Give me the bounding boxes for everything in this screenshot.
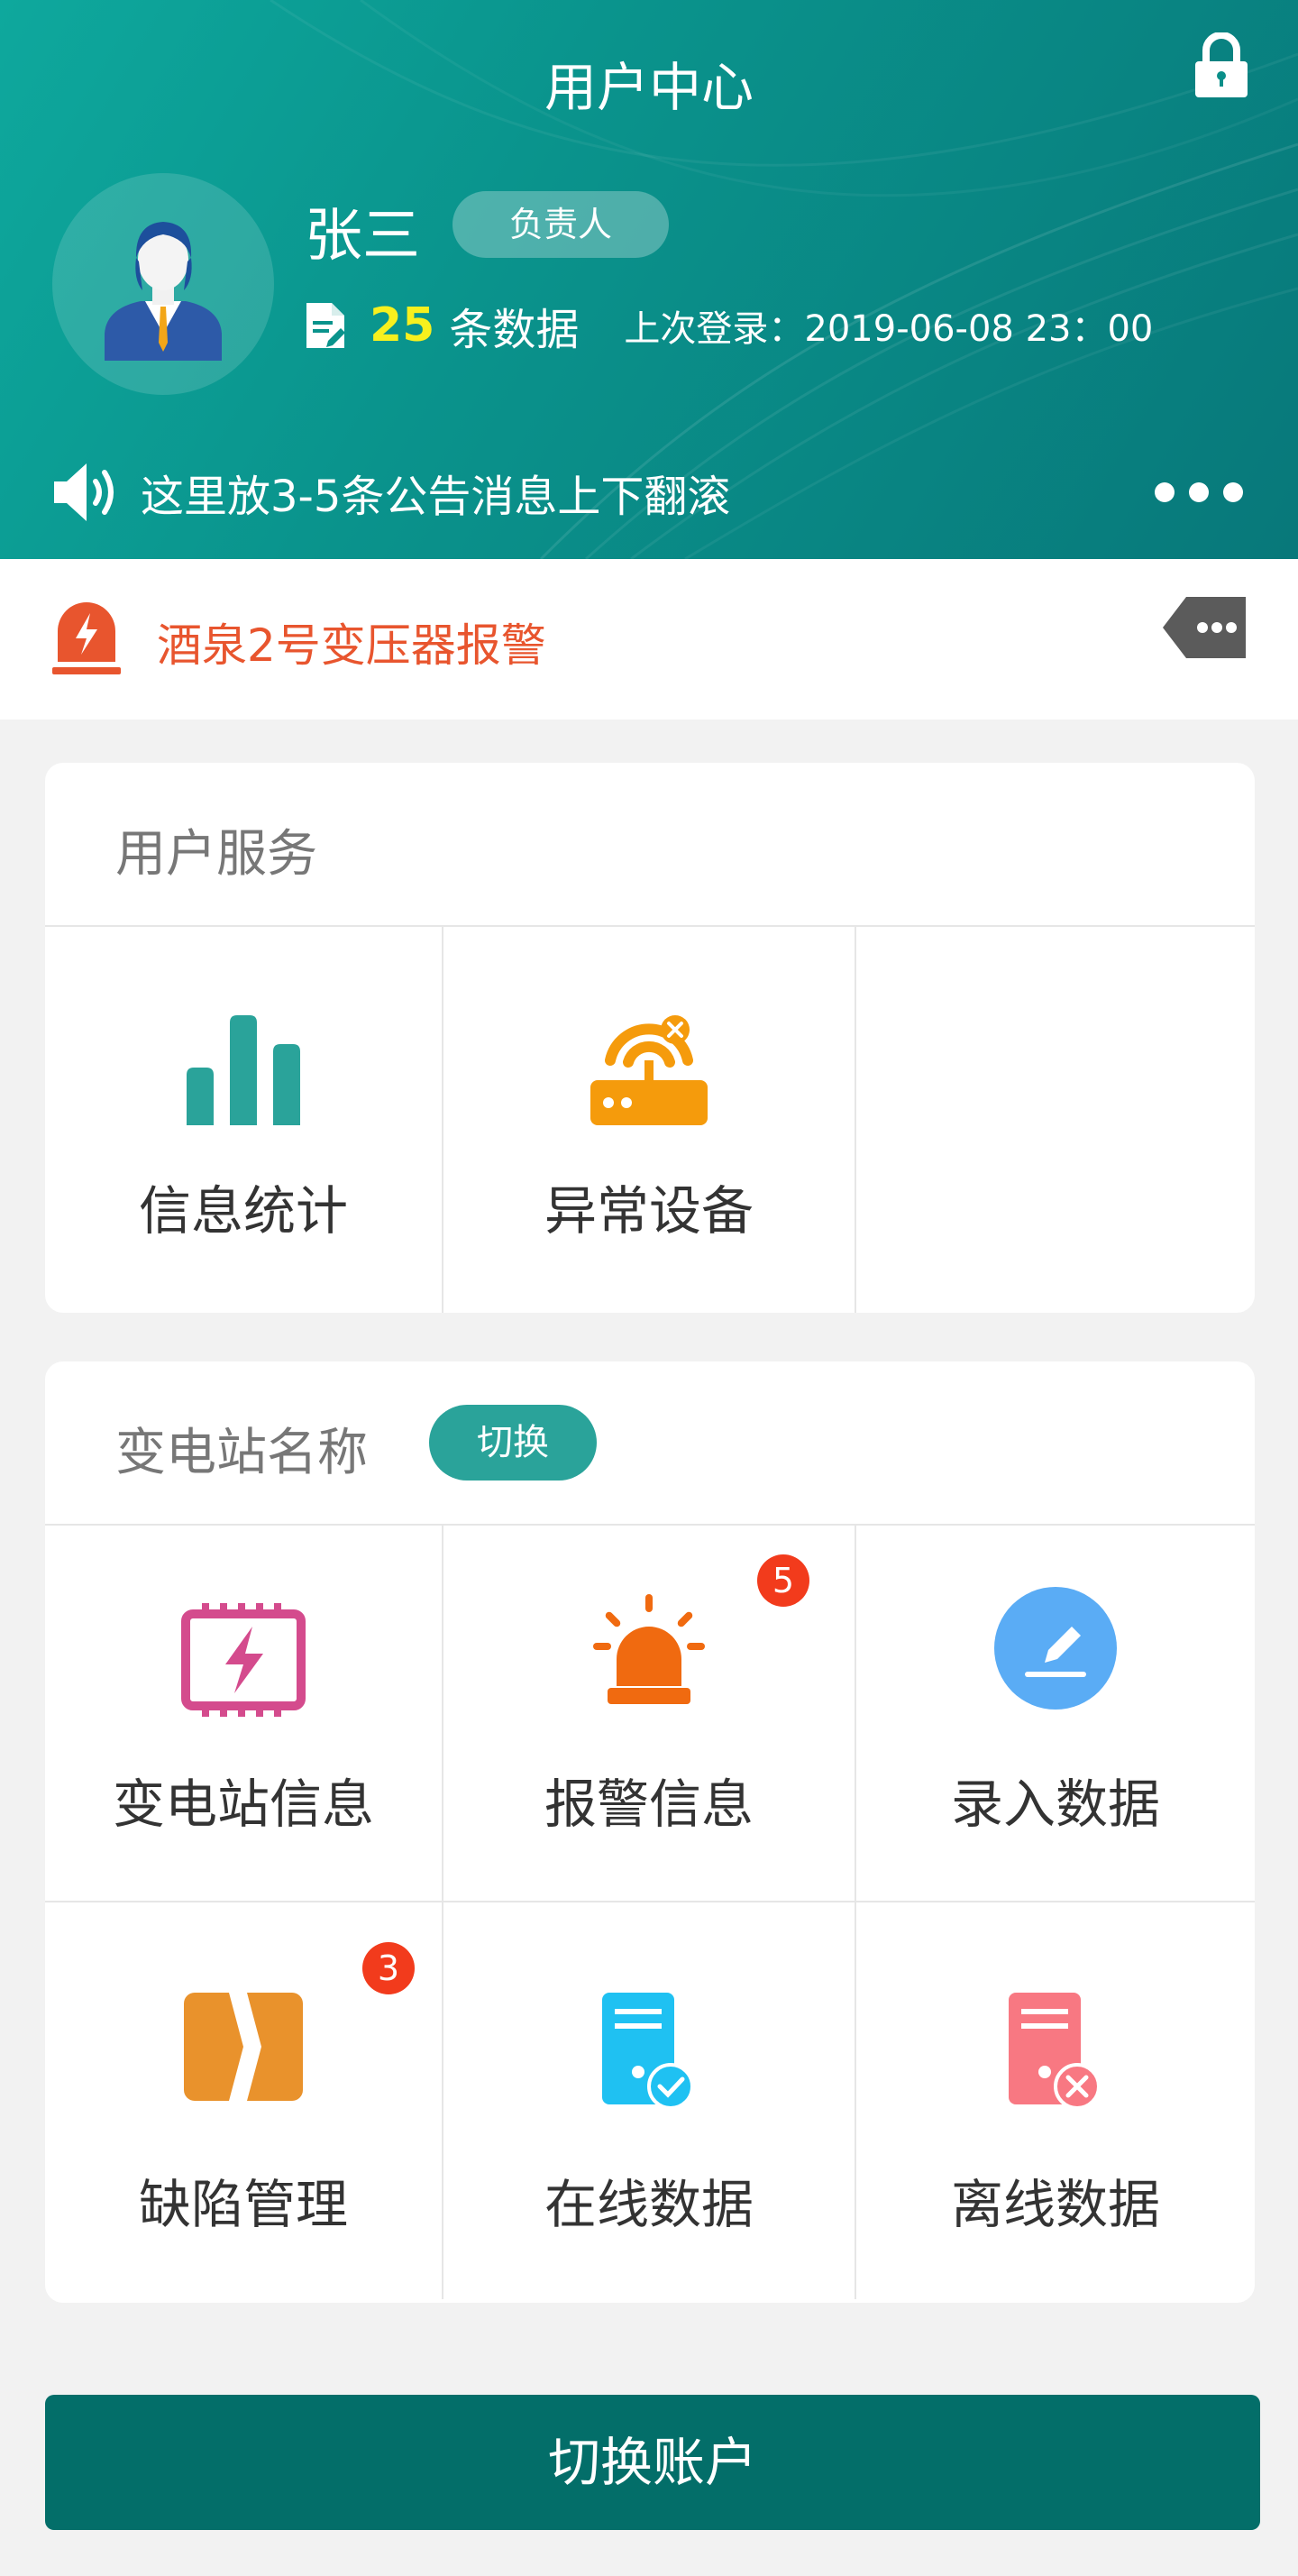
offline-data-label: 离线数据	[950, 2174, 1160, 2235]
edit-icon	[994, 1587, 1117, 1710]
data-unit: 条数据	[449, 305, 580, 355]
server-online-icon	[602, 1993, 694, 2108]
last-login-value: 2019-06-08 23：00	[804, 308, 1154, 350]
lock-icon[interactable]	[1192, 32, 1251, 99]
router-error-icon	[590, 1015, 708, 1125]
user-service-title: 用户服务	[115, 825, 317, 884]
speaker-icon	[54, 463, 114, 521]
user-service-card: 用户服务 信息统计 异常设备	[45, 763, 1255, 1313]
document-icon	[306, 303, 345, 348]
station-grid: 变电站信息 5 报警信息 录入数据 3 缺陷管理 在线数据 离线数据	[45, 1526, 1255, 2299]
user-service-header: 用户服务	[45, 763, 1255, 927]
more-horizontal-icon[interactable]	[1152, 476, 1246, 509]
page-title: 用户中心	[544, 57, 754, 118]
bar-chart-icon	[187, 1015, 300, 1125]
defect-management-tile[interactable]: 3 缺陷管理	[45, 1902, 443, 2299]
notice-ticker[interactable]: 这里放3-5条公告消息上下翻滚	[52, 460, 1246, 525]
abnormal-device-label: 异常设备	[544, 1180, 754, 1242]
online-data-tile[interactable]: 在线数据	[443, 1902, 856, 2299]
offline-data-tile[interactable]: 离线数据	[856, 1902, 1255, 2299]
data-count: 25	[370, 298, 435, 353]
user-center-page: 用户中心 张三 负责人 25 条数据 上次登录： 2019-06-08 23：0…	[0, 0, 1298, 2576]
abnormal-device-tile[interactable]: 异常设备	[443, 927, 856, 1313]
station-name: 变电站名称	[115, 1424, 368, 1482]
substation-info-label: 变电站信息	[112, 1774, 374, 1835]
user-avatar-icon	[105, 222, 222, 361]
defect-count-badge: 3	[362, 1942, 415, 1994]
substation-info-tile[interactable]: 变电站信息	[45, 1526, 443, 1902]
user-name: 张三	[305, 203, 420, 270]
alarm-bar[interactable]: 酒泉2号变压器报警	[0, 559, 1298, 720]
switch-station-button[interactable]: 切换	[429, 1405, 597, 1481]
station-header: 变电站名称 切换	[45, 1361, 1255, 1526]
data-summary: 25 条数据 上次登录： 2019-06-08 23：00	[305, 294, 1153, 357]
empty-tile	[856, 927, 1255, 1313]
notice-text: 这里放3-5条公告消息上下翻滚	[141, 472, 731, 522]
role-badge: 负责人	[452, 191, 669, 258]
online-data-label: 在线数据	[544, 2174, 754, 2235]
header: 用户中心 张三 负责人 25 条数据 上次登录： 2019-06-08 23：0…	[0, 0, 1298, 559]
statistics-label: 信息统计	[138, 1180, 348, 1242]
server-offline-icon	[1009, 1993, 1101, 2108]
alarm-info-tile[interactable]: 5 报警信息	[443, 1526, 856, 1902]
station-card: 变电站名称 切换 变电站信息 5 报警信息 录入数据 3 缺陷管理 在线数据 离…	[45, 1361, 1255, 2303]
defect-management-label: 缺陷管理	[138, 2174, 348, 2235]
substation-icon	[181, 1603, 306, 1717]
user-service-grid: 信息统计 异常设备	[45, 927, 1255, 1313]
enter-data-label: 录入数据	[950, 1774, 1160, 1835]
alarm-count-badge: 5	[757, 1554, 809, 1607]
enter-data-tile[interactable]: 录入数据	[856, 1526, 1255, 1902]
statistics-tile[interactable]: 信息统计	[45, 927, 443, 1313]
chevron-right-icon	[184, 1993, 303, 2101]
alarm-light-icon	[593, 1594, 705, 1704]
avatar[interactable]	[52, 173, 274, 395]
alarm-text: 酒泉2号变压器报警	[157, 619, 546, 672]
message-more-icon[interactable]	[1163, 595, 1248, 660]
alarm-lightning-icon	[52, 602, 121, 674]
alarm-info-label: 报警信息	[544, 1774, 754, 1835]
switch-account-button[interactable]: 切换账户	[45, 2395, 1260, 2530]
last-login-label: 上次登录：	[624, 308, 805, 350]
